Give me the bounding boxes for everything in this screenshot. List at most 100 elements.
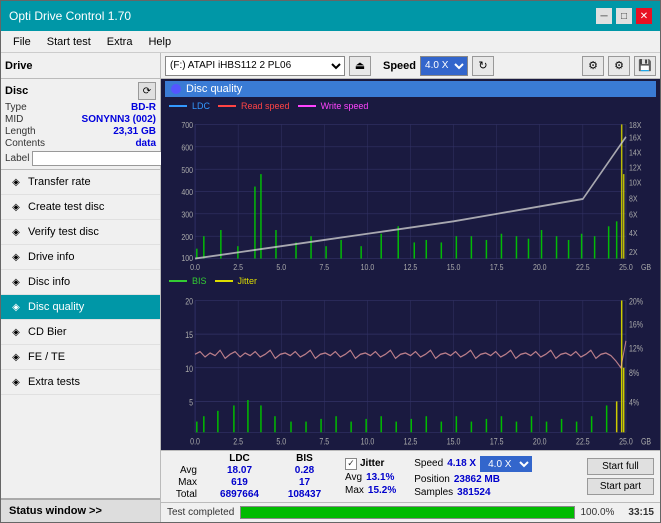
svg-text:22.5: 22.5	[576, 435, 590, 446]
svg-text:15.0: 15.0	[447, 262, 461, 272]
svg-text:10.0: 10.0	[361, 262, 375, 272]
titlebar: Opti Drive Control 1.70 ─ □ ✕	[1, 1, 660, 31]
ldc-header: LDC	[217, 453, 262, 464]
position-value: 23862 MB	[454, 474, 500, 485]
menu-start-test[interactable]: Start test	[39, 34, 99, 50]
jitter-checkbox[interactable]: ✓	[345, 458, 357, 470]
avg-label: Avg	[167, 465, 197, 476]
nav-disc-quality[interactable]: ◈ Disc quality	[1, 295, 160, 320]
legend-read: Read speed	[218, 101, 290, 111]
position-label: Position	[414, 474, 450, 485]
chart1-wrapper: LDC Read speed Write speed	[165, 100, 656, 274]
max-row: Max 619 17	[167, 477, 327, 488]
svg-text:0.0: 0.0	[190, 262, 200, 272]
nav-cd-bier[interactable]: ◈ CD Bier	[1, 320, 160, 345]
fe-te-icon: ◈	[9, 350, 23, 364]
drive-toolbar: (F:) ATAPI iHBS112 2 PL06 ⏏ Speed 4.0 X …	[161, 53, 660, 79]
svg-text:200: 200	[181, 232, 193, 242]
disc-quality-icon: ◈	[9, 300, 23, 314]
bis-avg: 0.28	[282, 465, 327, 476]
svg-text:20: 20	[185, 295, 193, 306]
jitter-section: ✓ Jitter Avg 13.1% Max 15.2%	[345, 458, 396, 496]
svg-text:6X: 6X	[629, 210, 638, 220]
mid-label: MID	[5, 114, 23, 125]
bis-header: BIS	[282, 453, 327, 464]
drive-info-icon: ◈	[9, 250, 23, 264]
drive-label: Drive	[5, 60, 33, 72]
type-label: Type	[5, 102, 27, 113]
svg-text:10: 10	[185, 362, 193, 373]
svg-text:25.0: 25.0	[619, 262, 633, 272]
length-label: Length	[5, 126, 36, 137]
menu-file[interactable]: File	[5, 34, 39, 50]
svg-text:300: 300	[181, 210, 193, 220]
eject-button[interactable]: ⏏	[349, 56, 371, 76]
svg-text:12%: 12%	[629, 342, 644, 353]
speed-refresh-button[interactable]: ↻	[472, 56, 494, 76]
menu-extra[interactable]: Extra	[99, 34, 141, 50]
jitter-header: ✓ Jitter	[345, 458, 396, 470]
nav-disc-info[interactable]: ◈ Disc info	[1, 270, 160, 295]
progress-percent: 100.0%	[581, 507, 615, 518]
nav-extra-tests-label: Extra tests	[28, 376, 80, 388]
speed-selector[interactable]: 4.0 X	[420, 56, 468, 76]
minimize-button[interactable]: ─	[596, 8, 612, 24]
maximize-button[interactable]: □	[616, 8, 632, 24]
bis-max: 17	[282, 477, 327, 488]
nav-extra-tests[interactable]: ◈ Extra tests	[1, 370, 160, 395]
speed-dropdown-stat[interactable]: 4.0 X	[480, 456, 532, 472]
start-full-button[interactable]: Start full	[587, 458, 654, 475]
charts-container: Disc quality LDC Read speed	[161, 79, 660, 450]
settings-button2[interactable]: ⚙	[608, 56, 630, 76]
chart1-svg-area: 700 600 500 400 300 200 100 18X 16X 14X …	[165, 112, 656, 274]
nav-verify-test-disc[interactable]: ◈ Verify test disc	[1, 220, 160, 245]
progress-bar-fill	[241, 507, 573, 518]
nav-drive-info[interactable]: ◈ Drive info	[1, 245, 160, 270]
disc-refresh-button[interactable]: ⟳	[138, 82, 156, 100]
drive-selector[interactable]: (F:) ATAPI iHBS112 2 PL06	[165, 56, 345, 76]
stats-row: LDC BIS Avg 18.07 0.28 Max 619 17	[161, 451, 660, 502]
nav-items: ◈ Transfer rate ◈ Create test disc ◈ Ver…	[1, 170, 160, 395]
svg-text:2.5: 2.5	[233, 262, 243, 272]
action-buttons: Start full Start part	[587, 458, 654, 495]
chart2-legend: BIS Jitter	[165, 275, 656, 287]
svg-text:12.5: 12.5	[404, 435, 418, 446]
chart2-wrapper: BIS Jitter	[165, 275, 656, 449]
close-button[interactable]: ✕	[636, 8, 652, 24]
settings-button1[interactable]: ⚙	[582, 56, 604, 76]
length-value: 23,31 GB	[113, 126, 156, 137]
label-input[interactable]	[32, 151, 166, 166]
svg-text:2X: 2X	[629, 247, 638, 257]
svg-text:GB: GB	[641, 435, 652, 446]
svg-text:10X: 10X	[629, 178, 642, 188]
panel-icon	[171, 84, 181, 94]
nav-drive-info-label: Drive info	[28, 251, 74, 263]
transfer-rate-icon: ◈	[9, 175, 23, 189]
empty-header	[167, 453, 197, 464]
right-panel: (F:) ATAPI iHBS112 2 PL06 ⏏ Speed 4.0 X …	[161, 53, 660, 522]
svg-text:18X: 18X	[629, 120, 642, 130]
nav-transfer-rate[interactable]: ◈ Transfer rate	[1, 170, 160, 195]
speed-value-stat: 4.18 X	[447, 458, 476, 469]
disc-mid-row: MID SONYNN3 (002)	[5, 114, 156, 125]
jitter-avg-label: Avg	[345, 472, 362, 483]
svg-text:20.0: 20.0	[533, 262, 547, 272]
chart1-svg: 700 600 500 400 300 200 100 18X 16X 14X …	[165, 112, 656, 274]
svg-text:GB: GB	[641, 262, 651, 272]
svg-text:17.5: 17.5	[490, 435, 504, 446]
nav-create-test-disc[interactable]: ◈ Create test disc	[1, 195, 160, 220]
jitter-max-label: Max	[345, 485, 364, 496]
speed-row: Speed 4.18 X 4.0 X	[414, 456, 532, 472]
start-part-button[interactable]: Start part	[587, 478, 654, 495]
menu-help[interactable]: Help	[140, 34, 179, 50]
cd-bier-icon: ◈	[9, 325, 23, 339]
body-area: Drive Disc ⟳ Type BD-R MID SONYNN3 (002)…	[1, 53, 660, 522]
svg-text:4%: 4%	[629, 396, 640, 407]
save-button[interactable]: 💾	[634, 56, 656, 76]
svg-text:700: 700	[181, 120, 193, 130]
svg-text:5.0: 5.0	[276, 435, 286, 446]
nav-fe-te[interactable]: ◈ FE / TE	[1, 345, 160, 370]
svg-text:8X: 8X	[629, 194, 638, 204]
progress-time: 33:15	[628, 507, 654, 518]
status-window-button[interactable]: Status window >>	[1, 498, 160, 522]
